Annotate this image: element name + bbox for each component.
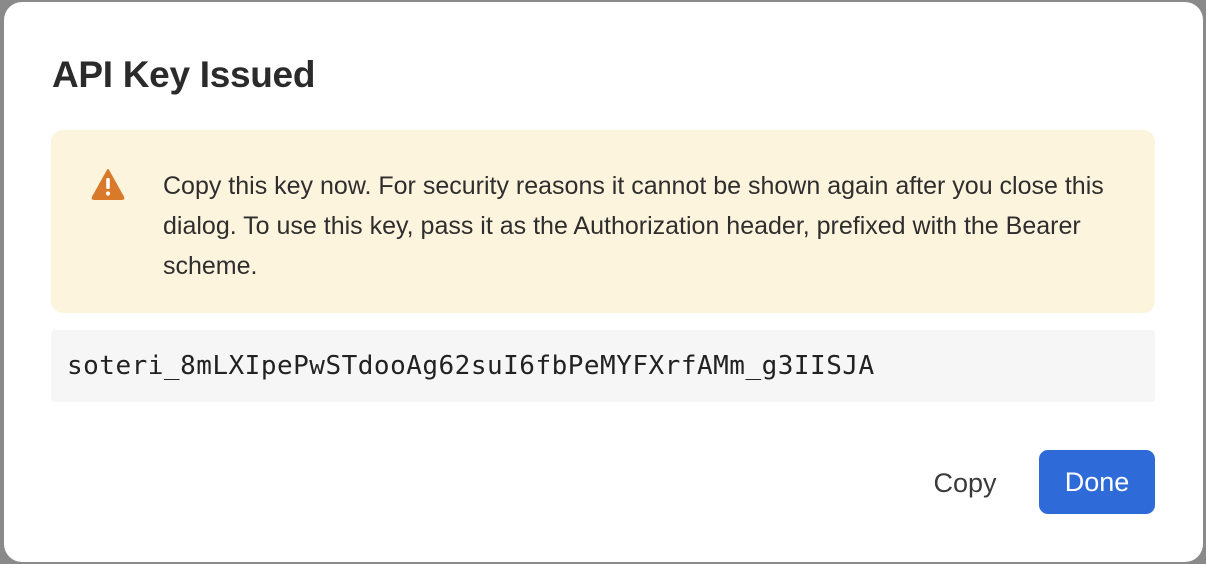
dialog-title: API Key Issued [52, 54, 316, 95]
api-key-field[interactable]: soteri_8mLXIpePwSTdooAg62suI6fbPeMYFXrfA… [51, 330, 1155, 402]
api-key-dialog: API Key Issued Copy this key now. For se… [4, 2, 1203, 562]
copy-button[interactable]: Copy [914, 452, 1016, 514]
warning-message: Copy this key now. For security reasons … [163, 172, 1104, 280]
api-key-value[interactable]: soteri_8mLXIpePwSTdooAg62suI6fbPeMYFXrfA… [67, 348, 875, 384]
done-button[interactable]: Done [1039, 450, 1155, 514]
warning-callout: Copy this key now. For security reasons … [51, 130, 1155, 313]
warning-triangle-icon [91, 168, 125, 200]
